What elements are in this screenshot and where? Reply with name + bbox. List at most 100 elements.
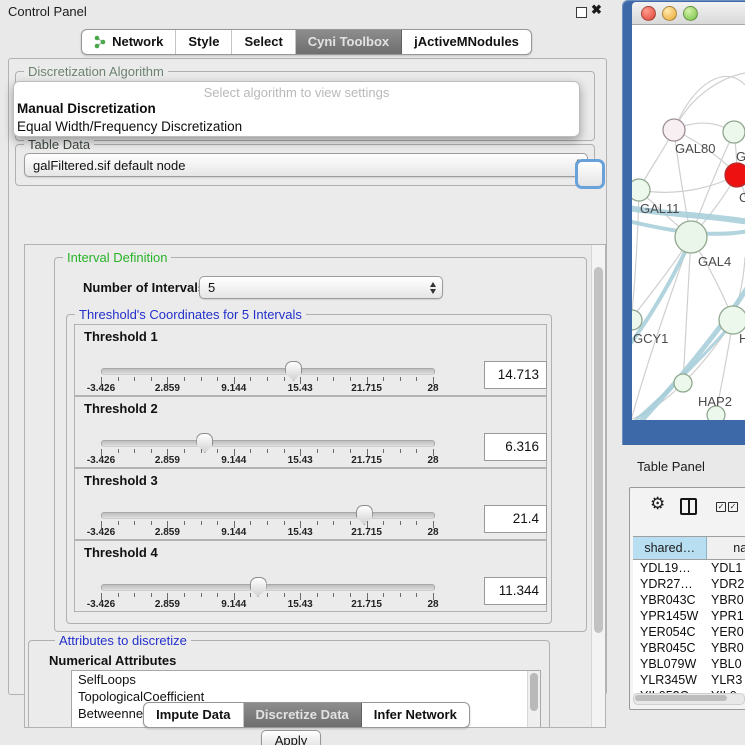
table-body: YDL19…YDL1YDR27…YDR2YBR043CYBR0YPR145WYP…	[633, 560, 745, 693]
scrollbar-thumb[interactable]	[635, 695, 727, 701]
apply-button[interactable]: Apply	[261, 730, 321, 745]
settings-scrollbar[interactable]	[591, 245, 605, 727]
threshold-value-field[interactable]: 21.4	[484, 505, 547, 533]
cell-name[interactable]: YPR1	[707, 608, 744, 624]
slider-track[interactable]	[101, 368, 435, 375]
table-row[interactable]: YDR27…YDR2	[633, 576, 745, 592]
numerical-attributes-label: Numerical Attributes	[49, 653, 176, 668]
close-icon[interactable]: ✖	[591, 2, 602, 18]
thresholds-group: Threshold's Coordinates for 5 Intervals …	[66, 314, 552, 624]
tab-style[interactable]: Style	[176, 30, 232, 54]
cell-shared-name[interactable]: YER054C	[633, 624, 707, 640]
threshold-panel: Threshold 4 -3.4262.8599.14415.4321.71528…	[74, 540, 547, 612]
tab-impute-data[interactable]: Impute Data	[144, 703, 243, 727]
dropdown-option[interactable]: Equal Width/Frequency Discretization	[14, 118, 579, 136]
cell-shared-name[interactable]: YPR145W	[633, 608, 707, 624]
dropdown-option[interactable]: Manual Discretization	[14, 100, 579, 118]
slider-track[interactable]	[101, 512, 435, 519]
cyni-toolbox-panel: Discretization Algorithm Table Data galF…	[8, 58, 607, 695]
slider-track[interactable]	[101, 584, 435, 591]
table-hscrollbar[interactable]	[633, 693, 745, 705]
threshold-label: Threshold 4	[84, 545, 158, 560]
table-data-combobox[interactable]: galFiltered.sif default node	[24, 153, 588, 177]
threshold-label: Threshold 2	[84, 401, 158, 416]
network-node[interactable]	[632, 179, 650, 201]
table-row[interactable]: YBR045CYBR0	[633, 640, 745, 656]
tab-select[interactable]: Select	[232, 30, 295, 54]
cell-shared-name[interactable]: YDR27…	[633, 576, 707, 592]
window-zoom-button[interactable]	[683, 6, 698, 21]
network-canvas[interactable]: GAL80GACGAL11GAL4GCY1HHAP2	[632, 25, 745, 420]
slider-tick-labels: -3.4262.8599.14415.4321.71528	[101, 599, 433, 611]
network-node[interactable]	[723, 121, 745, 143]
intervals-label: Number of Intervals	[83, 280, 205, 295]
table-row[interactable]: YPR145WYPR1	[633, 608, 745, 624]
network-edge[interactable]	[683, 237, 691, 383]
cell-name[interactable]: YBR0	[707, 640, 744, 656]
tab-infer-network[interactable]: Infer Network	[362, 703, 469, 727]
network-node[interactable]	[719, 306, 745, 334]
scrollbar-thumb[interactable]	[594, 267, 603, 633]
gear-icon[interactable]: ⚙	[650, 494, 665, 514]
table-row[interactable]: YDL19…YDL1	[633, 560, 745, 576]
dropdown-placeholder: Select algorithm to view settings	[14, 82, 579, 100]
tab-network[interactable]: Network	[82, 30, 176, 54]
float-window-icon[interactable]	[576, 7, 587, 18]
cell-name[interactable]: YDR2	[707, 576, 744, 592]
cell-shared-name[interactable]: YLR345W	[633, 672, 707, 688]
column-header-name[interactable]: na	[707, 537, 745, 559]
threshold-panel: Threshold 1-3.4262.8599.14415.4321.71528…	[74, 324, 547, 396]
intervals-value: 5	[208, 280, 215, 295]
slider-track[interactable]	[101, 440, 435, 447]
node-label: HAP2	[698, 394, 732, 409]
cell-name[interactable]: YDL1	[707, 560, 742, 576]
cell-shared-name[interactable]: YBL079W	[633, 656, 707, 672]
network-node[interactable]	[675, 221, 707, 253]
checkbox-icon[interactable]: ✓	[728, 502, 738, 512]
tab-discretize-data[interactable]: Discretize Data	[244, 703, 362, 727]
algorithm-combobox[interactable]	[575, 159, 605, 189]
table-row[interactable]: YBR043CYBR0	[633, 592, 745, 608]
tab-jactivemnodules[interactable]: jActiveMNodules	[402, 30, 531, 54]
network-node[interactable]	[674, 374, 692, 392]
threshold-panel: Threshold 2 -3.4262.8599.14415.4321.71528…	[74, 396, 547, 468]
slider-tick-labels: -3.4262.8599.14415.4321.71528	[101, 383, 433, 395]
tab-cyni-toolbox[interactable]: Cyni Toolbox	[296, 30, 402, 54]
column-header-shared-name[interactable]: shared…	[633, 537, 707, 559]
cell-name[interactable]: YBL0	[707, 656, 742, 672]
attribute-list-item[interactable]: SelfLoops	[72, 671, 540, 688]
checkbox-icon[interactable]: ✓	[716, 502, 726, 512]
table-row[interactable]: YER054CYER0	[633, 624, 745, 640]
table-row[interactable]: YLR345WYLR3	[633, 672, 745, 688]
threshold-value-field[interactable]: 11.344	[484, 577, 547, 605]
network-edge[interactable]	[639, 175, 737, 192]
slider-tick-labels: -3.4262.8599.14415.4321.71528	[101, 455, 433, 467]
cell-name[interactable]: YLR3	[707, 672, 742, 688]
node-label: H	[739, 331, 745, 346]
node-label: GA	[736, 149, 745, 164]
threshold-value-field[interactable]: 14.713	[484, 361, 547, 389]
cell-shared-name[interactable]: YBR045C	[633, 640, 707, 656]
network-node[interactable]	[725, 163, 745, 187]
table-panel: Table Panel ⚙ ✓ ✓ shared… na YDL19…YDL1Y…	[613, 445, 745, 745]
node-label: GAL80	[675, 141, 715, 156]
cell-shared-name[interactable]: YDL19…	[633, 560, 707, 576]
window-minimize-button[interactable]	[662, 6, 677, 21]
network-node[interactable]	[663, 119, 685, 141]
node-label: C	[739, 190, 745, 205]
table-row[interactable]: YBL079WYBL0	[633, 656, 745, 672]
network-window-titlebar[interactable]	[632, 2, 745, 25]
cell-name[interactable]: YBR0	[707, 592, 744, 608]
window-close-button[interactable]	[641, 6, 656, 21]
tab-label: Select	[244, 34, 282, 49]
cell-name[interactable]: YER0	[707, 624, 744, 640]
network-icon	[94, 35, 107, 49]
tab-label: Cyni Toolbox	[308, 34, 389, 49]
group-title: Discretization Algorithm	[24, 64, 168, 79]
network-view-window[interactable]: GAL80GACGAL11GAL4GCY1HHAP2	[622, 0, 745, 445]
split-view-icon[interactable]	[680, 498, 697, 515]
top-tab-bar: Network Style Select Cyni Toolbox jActiv…	[0, 29, 613, 55]
intervals-combobox[interactable]: 5	[199, 276, 443, 299]
cell-shared-name[interactable]: YBR043C	[633, 592, 707, 608]
threshold-value-field[interactable]: 6.316	[484, 433, 547, 461]
